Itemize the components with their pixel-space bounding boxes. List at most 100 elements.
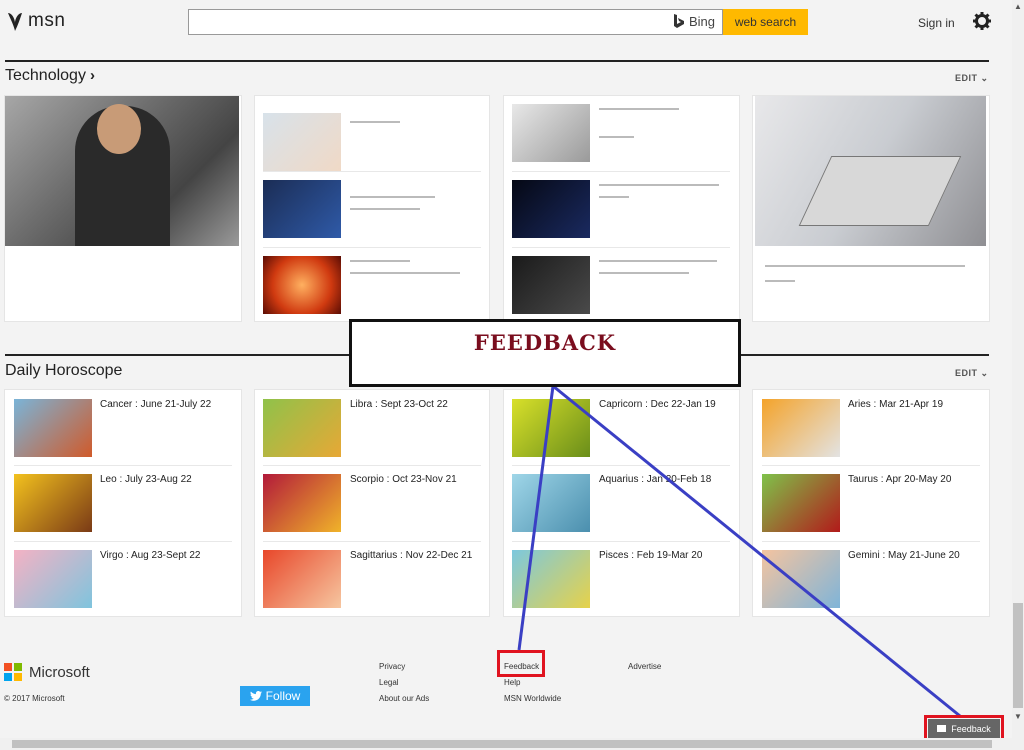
aries-link[interactable]: Aries : Mar 21-Apr 19 xyxy=(848,399,943,410)
floating-feedback-button[interactable]: Feedback xyxy=(928,719,1000,738)
capricorn-link[interactable]: Capricorn : Dec 22-Jan 19 xyxy=(599,399,716,410)
technology-edit-button[interactable]: EDIT ⌄ xyxy=(955,73,989,84)
cancer-link[interactable]: Cancer : June 21-July 22 xyxy=(100,399,211,410)
twitter-bird-icon xyxy=(249,691,262,701)
story-text[interactable] xyxy=(350,260,410,262)
gemini-link[interactable]: Gemini : May 21-June 20 xyxy=(848,550,960,561)
signin-link[interactable]: Sign in xyxy=(918,16,955,30)
feedback-button-label: Feedback xyxy=(951,723,991,734)
feedback-link-highlight xyxy=(497,650,545,677)
chevron-down-icon: ⌄ xyxy=(980,73,989,83)
samsung-thumb[interactable] xyxy=(263,180,341,238)
logo-text: msn xyxy=(28,10,66,31)
libra-link[interactable]: Libra : Sept 23-Oct 22 xyxy=(350,399,448,410)
microsoft-logo-icon xyxy=(4,663,22,681)
sagittarius-link[interactable]: Sagittarius : Nov 22-Dec 21 xyxy=(350,550,472,561)
libra-image[interactable] xyxy=(263,399,341,457)
story-text[interactable] xyxy=(599,184,719,186)
row-divider xyxy=(14,541,232,542)
privacy-link[interactable]: Privacy xyxy=(379,662,405,671)
tech-card-2 xyxy=(254,95,490,322)
tech-card-3 xyxy=(503,95,740,322)
legal-link[interactable]: Legal xyxy=(379,678,399,687)
gear-icon[interactable] xyxy=(973,12,991,30)
cancer-image[interactable] xyxy=(14,399,92,457)
tech-hero-image[interactable] xyxy=(5,96,239,246)
pisces-link[interactable]: Pisces : Feb 19-Mar 20 xyxy=(599,550,702,561)
horoscope-edit-button[interactable]: EDIT ⌄ xyxy=(955,368,989,379)
feedback-callout: FEEDBACK xyxy=(349,319,741,387)
edit-label: EDIT xyxy=(955,368,978,378)
search-input[interactable]: Bing xyxy=(188,9,723,35)
scroll-down-icon[interactable]: ▼ xyxy=(1014,712,1022,721)
speaker-thumb[interactable] xyxy=(512,256,590,314)
story-text[interactable] xyxy=(599,108,679,110)
sagittarius-image[interactable] xyxy=(263,550,341,608)
aries-image[interactable] xyxy=(762,399,840,457)
horoscope-title[interactable]: Daily Horoscope xyxy=(5,362,122,380)
advertise-link[interactable]: Advertise xyxy=(628,662,661,671)
horoscope-card-2: Libra : Sept 23-Oct 22 Scorpio : Oct 23-… xyxy=(254,389,490,617)
scroll-up-icon[interactable]: ▲ xyxy=(1014,2,1022,11)
technology-divider xyxy=(5,60,989,62)
gemini-image[interactable] xyxy=(762,550,840,608)
sun-thumb[interactable] xyxy=(263,256,341,314)
chevron-down-icon: ⌄ xyxy=(980,368,989,378)
microsoft-logo[interactable]: Microsoft xyxy=(4,663,90,681)
leo-image[interactable] xyxy=(14,474,92,532)
laptop-shape xyxy=(798,156,962,226)
vertical-scrollbar-thumb[interactable] xyxy=(1013,603,1023,708)
row-divider xyxy=(263,541,481,542)
story-text[interactable] xyxy=(599,260,717,262)
row-divider xyxy=(512,465,730,466)
story-text[interactable] xyxy=(350,196,435,198)
web-search-button[interactable]: web search xyxy=(723,9,808,35)
bing-text: Bing xyxy=(689,14,716,29)
about-ads-link[interactable]: About our Ads xyxy=(379,694,429,703)
bing-icon xyxy=(674,14,684,28)
horizontal-scrollbar-thumb[interactable] xyxy=(12,740,992,748)
horoscope-card-4: Aries : Mar 21-Apr 19 Taurus : Apr 20-Ma… xyxy=(752,389,990,617)
row-divider xyxy=(762,465,980,466)
pisces-image[interactable] xyxy=(512,550,590,608)
help-link[interactable]: Help xyxy=(504,678,520,687)
story-text[interactable] xyxy=(350,272,460,274)
story-thumb[interactable] xyxy=(263,113,341,171)
leo-link[interactable]: Leo : July 23-Aug 22 xyxy=(100,474,192,485)
story-text[interactable] xyxy=(599,136,634,138)
row-divider xyxy=(263,247,481,248)
story-text[interactable] xyxy=(599,272,689,274)
taurus-link[interactable]: Taurus : Apr 20-May 20 xyxy=(848,474,951,485)
twitter-follow-button[interactable]: Follow xyxy=(240,686,310,706)
chevron-right-icon: › xyxy=(89,67,95,84)
row-divider xyxy=(263,171,481,172)
msn-worldwide-link[interactable]: MSN Worldwide xyxy=(504,694,561,703)
virgo-link[interactable]: Virgo : Aug 23-Sept 22 xyxy=(100,550,200,561)
taurus-image[interactable] xyxy=(762,474,840,532)
row-divider xyxy=(14,465,232,466)
story-text[interactable] xyxy=(599,196,629,198)
row-divider xyxy=(512,541,730,542)
satellite-thumb[interactable] xyxy=(512,180,590,238)
msn-logo[interactable]: msn xyxy=(6,10,65,32)
aquarius-image[interactable] xyxy=(512,474,590,532)
story-text[interactable] xyxy=(350,208,420,210)
technology-title[interactable]: Technology › xyxy=(5,67,95,85)
follow-label: Follow xyxy=(265,689,301,703)
story-thumb[interactable] xyxy=(512,104,590,162)
bing-label: Bing xyxy=(673,14,715,29)
aquarius-link[interactable]: Aquarius : Jan 20-Feb 18 xyxy=(599,474,711,485)
laptop-image[interactable] xyxy=(755,96,986,246)
story-text[interactable] xyxy=(765,280,795,282)
edit-label: EDIT xyxy=(955,73,978,83)
scorpio-image[interactable] xyxy=(263,474,341,532)
story-text[interactable] xyxy=(765,265,965,267)
horoscope-card-3: Capricorn : Dec 22-Jan 19 Aquarius : Jan… xyxy=(503,389,740,617)
capricorn-image[interactable] xyxy=(512,399,590,457)
row-divider xyxy=(263,465,481,466)
microsoft-text: Microsoft xyxy=(29,663,90,681)
virgo-image[interactable] xyxy=(14,550,92,608)
story-text[interactable] xyxy=(350,121,400,123)
scorpio-link[interactable]: Scorpio : Oct 23-Nov 21 xyxy=(350,474,457,485)
head-image xyxy=(97,104,141,154)
